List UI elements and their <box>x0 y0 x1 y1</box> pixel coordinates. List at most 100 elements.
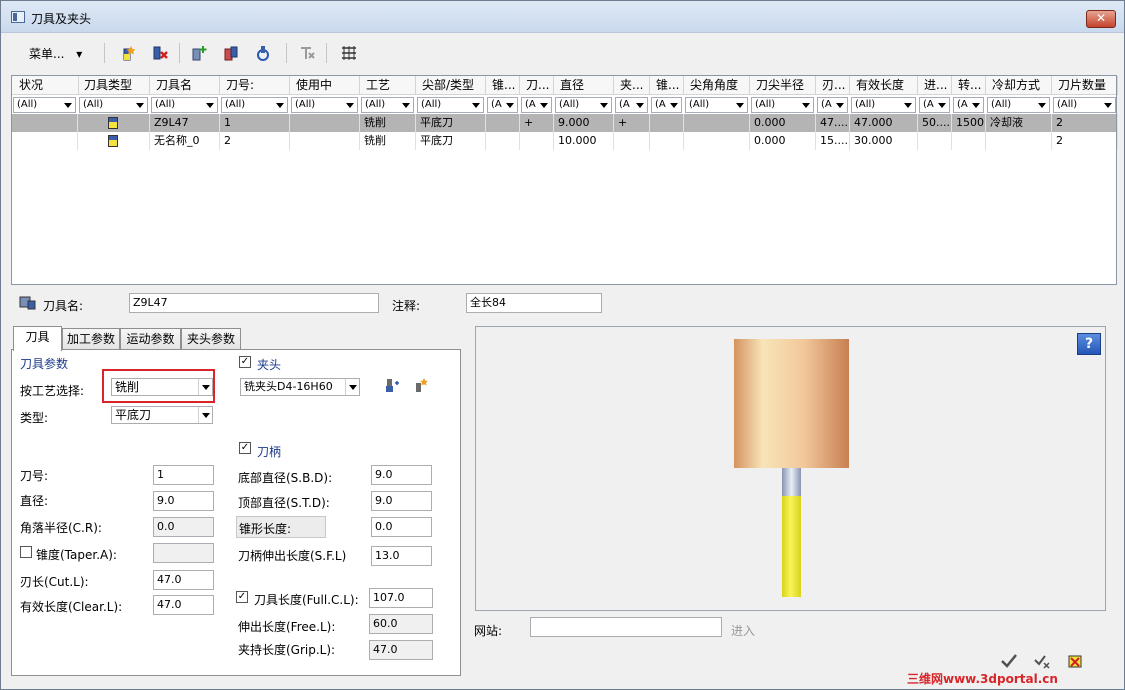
column-filter[interactable]: (All) <box>151 97 218 113</box>
column-header[interactable]: 刀尖半径 <box>750 76 816 95</box>
column-header[interactable]: 转... <box>952 76 986 95</box>
column-filter[interactable]: (A <box>615 97 648 113</box>
cut-length-label: 刃长(Cut.L): <box>20 575 89 589</box>
column-header[interactable]: 锥... <box>650 76 684 95</box>
holder-body <box>734 339 849 468</box>
column-filter[interactable]: (All) <box>417 97 484 113</box>
tab-machining-params[interactable]: 加工参数 <box>62 328 120 350</box>
column-filter[interactable]: (A <box>817 97 848 113</box>
corner-radius-input[interactable]: 0.0 <box>153 517 214 537</box>
column-filter[interactable]: (All) <box>685 97 748 113</box>
column-header[interactable]: 刀... <box>520 76 554 95</box>
column-filter[interactable]: (All) <box>291 97 358 113</box>
website-input[interactable] <box>530 617 722 637</box>
column-filter[interactable]: (All) <box>987 97 1050 113</box>
column-filter[interactable]: (All) <box>751 97 814 113</box>
table-row[interactable]: 无名称_0 2 铣削 平底刀 10.000 0.000 15.... 30.000 2 <box>12 132 1118 150</box>
table-cell <box>290 132 360 150</box>
tab-tool[interactable]: 刀具 <box>13 326 62 351</box>
toolbar-separator <box>104 43 105 63</box>
column-header[interactable]: 尖角角度 <box>684 76 750 95</box>
column-filter[interactable]: (A <box>919 97 950 113</box>
holder-select[interactable]: 铣夹头D4-16H60 <box>240 378 360 396</box>
disabled-tool-icon[interactable] <box>298 44 316 62</box>
taper-checkbox[interactable] <box>20 546 32 558</box>
column-filter[interactable]: (All) <box>1053 97 1116 113</box>
cancel-icon[interactable] <box>1065 651 1085 671</box>
comment-input[interactable]: 全长84 <box>466 293 602 313</box>
grip-length-input[interactable]: 47.0 <box>369 640 433 660</box>
help-button[interactable]: ? <box>1077 333 1101 355</box>
table-row[interactable]: Z9L47 1 铣削 平底刀 +9.000 +0.000 47.... 47.000 50...… <box>12 114 1118 132</box>
tab-motion-params[interactable]: 运动参数 <box>120 328 181 350</box>
cut-length-input[interactable]: 47.0 <box>153 570 214 590</box>
close-button[interactable]: ✕ <box>1086 10 1116 28</box>
shank-bottom-diameter-input[interactable]: 9.0 <box>371 465 432 485</box>
ok-icon[interactable] <box>999 651 1019 671</box>
holder-select-value: 铣夹头D4-16H60 <box>244 380 333 393</box>
column-header[interactable]: 刃... <box>816 76 850 95</box>
column-header[interactable]: 夹... <box>614 76 650 95</box>
table-cell: 15.... <box>816 132 850 150</box>
tool-number-input[interactable]: 1 <box>153 465 214 485</box>
column-header[interactable]: 进... <box>918 76 952 95</box>
column-header[interactable]: 尖部/类型 <box>416 76 486 95</box>
delete-tool-icon[interactable] <box>151 44 169 62</box>
column-filter[interactable]: (A <box>651 97 682 113</box>
title-bar: 刀具及夹头 ✕ <box>1 1 1124 33</box>
column-filter[interactable]: (All) <box>221 97 288 113</box>
tool-table[interactable]: 状况 刀具类型 刀具名 刀号: 使用中 工艺 尖部/类型 锥... 刀... 直径 夹... 锥...… <box>11 75 1118 285</box>
holder-new-icon[interactable] <box>412 377 430 395</box>
column-header[interactable]: 使用中 <box>290 76 360 95</box>
column-header[interactable]: 刀号: <box>220 76 290 95</box>
tab-holder-params[interactable]: 夹头参数 <box>181 328 241 350</box>
toolbar-separator <box>286 43 287 63</box>
column-header[interactable]: 状况 <box>13 76 79 95</box>
column-header[interactable]: 刀具类型 <box>78 76 150 95</box>
column-header[interactable]: 冷却方式 <box>986 76 1052 95</box>
column-filter[interactable]: (A <box>487 97 518 113</box>
shank-top-diameter-label: 顶部直径(S.T.D): <box>238 496 330 510</box>
shank-top-diameter-input[interactable]: 9.0 <box>371 491 432 511</box>
tool-list-icon[interactable] <box>340 44 358 62</box>
column-header[interactable]: 刀具名 <box>150 76 220 95</box>
new-tool-icon[interactable] <box>119 44 137 62</box>
table-cell: 冷却液 <box>986 114 1052 132</box>
full-length-checkbox[interactable]: ✓ <box>236 591 248 603</box>
column-filter[interactable]: (All) <box>851 97 916 113</box>
menu-button[interactable]: 菜单... ▾ <box>29 45 82 62</box>
tool-name-input[interactable]: Z9L47 <box>129 293 379 313</box>
taper-length-button[interactable]: 锥形长度: <box>236 516 326 538</box>
diameter-input[interactable]: 9.0 <box>153 491 214 511</box>
taper-length-input[interactable]: 0.0 <box>371 517 432 537</box>
full-length-input[interactable]: 107.0 <box>369 588 433 608</box>
holder-edit-icon[interactable] <box>384 377 400 395</box>
highlight-box <box>102 369 215 403</box>
clear-length-input[interactable]: 47.0 <box>153 595 214 615</box>
edit-holder-icon[interactable] <box>222 44 240 62</box>
taper-input[interactable] <box>153 543 214 563</box>
shank-checkbox[interactable]: ✓ <box>239 442 251 454</box>
column-filter[interactable]: (All) <box>13 97 76 113</box>
column-header[interactable]: 直径 <box>554 76 614 95</box>
type-select[interactable]: 平底刀 <box>111 406 213 424</box>
column-filter[interactable]: (All) <box>79 97 148 113</box>
column-filter[interactable]: (All) <box>361 97 414 113</box>
column-filter[interactable]: (A <box>521 97 552 113</box>
free-length-input[interactable]: 60.0 <box>369 614 433 634</box>
column-filter[interactable]: (All) <box>555 97 612 113</box>
column-header[interactable]: 工艺 <box>360 76 416 95</box>
column-filter[interactable]: (A <box>953 97 984 113</box>
shank-free-length-input[interactable]: 13.0 <box>371 546 432 566</box>
tool-name-icon <box>19 296 36 310</box>
column-header[interactable]: 锥... <box>486 76 520 95</box>
shank-bottom-diameter-label: 底部直径(S.B.D): <box>238 471 333 485</box>
apply-icon[interactable] <box>1032 651 1052 671</box>
holder-checkbox[interactable]: ✓ <box>239 356 251 368</box>
go-button[interactable]: 进入 <box>731 622 755 639</box>
table-cell <box>12 114 78 132</box>
tool-library-icon[interactable] <box>254 44 272 62</box>
column-header[interactable]: 刀片数量 <box>1052 76 1118 95</box>
add-holder-icon[interactable] <box>190 44 208 62</box>
column-header[interactable]: 有效长度 <box>850 76 918 95</box>
